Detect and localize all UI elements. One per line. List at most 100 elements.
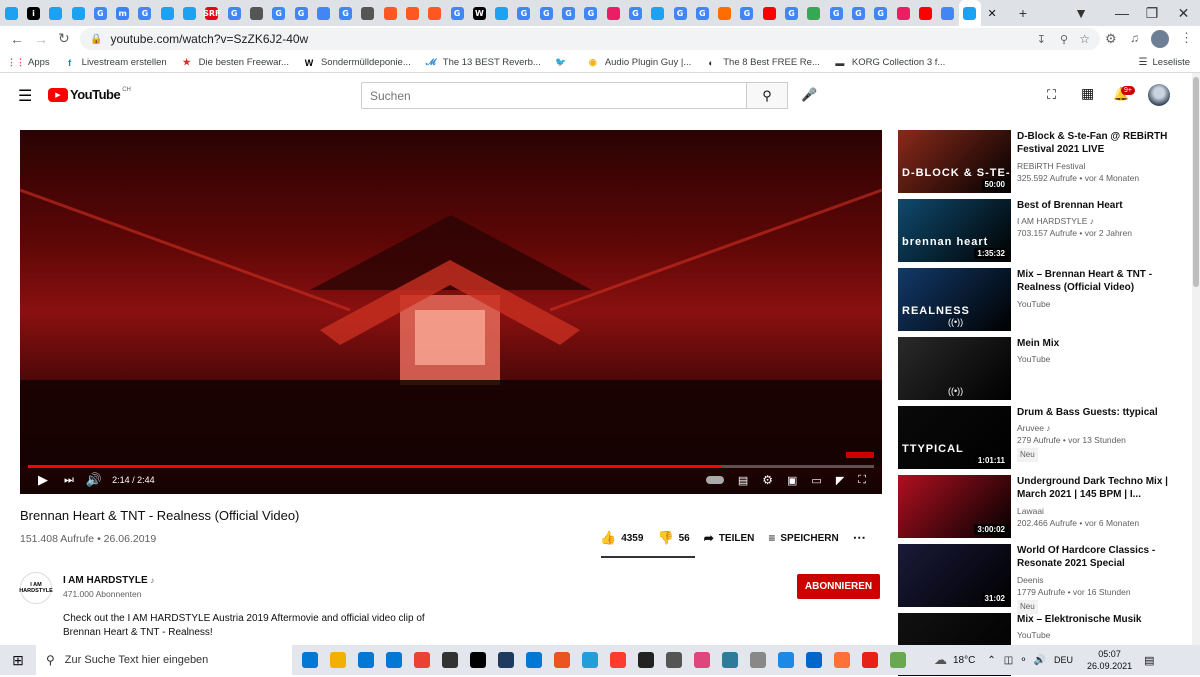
browser-tab[interactable]: G — [847, 0, 869, 26]
bookmark-item[interactable]: ◐ The 8 Best FREE Re... — [705, 57, 820, 69]
video-thumbnail[interactable]: D-BLOCK & S-TE-FA50:00 — [898, 130, 1011, 193]
browser-tab[interactable] — [958, 0, 982, 26]
tab-search-icon[interactable]: ▼ — [1070, 0, 1092, 26]
taskbar-app-icon[interactable] — [688, 645, 716, 675]
browser-tab[interactable] — [424, 0, 446, 26]
address-bar[interactable]: 🔒 youtube.com/watch?v=SzZK6J2-40w ↧ ⚲ ☆ — [80, 28, 1100, 50]
browser-tab[interactable]: G — [780, 0, 802, 26]
volume-icon[interactable]: 🔊 — [86, 472, 102, 488]
play-icon[interactable]: ▶ — [38, 472, 48, 488]
browser-tab[interactable]: G — [446, 0, 468, 26]
taskbar-app-icon[interactable] — [296, 645, 324, 675]
bookmark-star-icon[interactable]: ☆ — [1079, 32, 1090, 46]
browser-tab[interactable]: G — [134, 0, 156, 26]
windows-start-icon[interactable]: ⊞ — [0, 652, 36, 669]
browser-tab[interactable] — [379, 0, 401, 26]
video-thumbnail[interactable]: ((•)) — [898, 337, 1011, 400]
browser-tab[interactable]: W — [468, 0, 490, 26]
taskbar-app-icon[interactable] — [492, 645, 520, 675]
fullscreen-icon[interactable]: ⛶ — [858, 474, 866, 487]
related-video-item[interactable]: 3:00:02 Underground Dark Techno Mix | Mar… — [898, 475, 1188, 539]
browser-tab[interactable] — [602, 0, 624, 26]
notification-center-icon[interactable]: ▤ — [1144, 654, 1154, 667]
taskbar-app-icon[interactable] — [576, 645, 604, 675]
browser-tab[interactable]: G — [223, 0, 245, 26]
browser-tab[interactable]: i — [22, 0, 44, 26]
browser-tab[interactable] — [0, 0, 22, 26]
account-avatar[interactable] — [1148, 84, 1170, 106]
browser-tab[interactable] — [714, 0, 736, 26]
share-button[interactable]: ➦ TEILEN — [704, 531, 755, 545]
settings-icon[interactable]: ⚙ — [762, 473, 773, 487]
video-thumbnail[interactable]: REALNESS ((•)) — [898, 268, 1011, 331]
maximize-button[interactable]: ❐ — [1137, 0, 1167, 26]
hamburger-menu-icon[interactable]: ☰ — [18, 86, 32, 106]
save-button[interactable]: ≡ SPEICHERN — [768, 531, 838, 545]
taskbar-app-icon[interactable] — [464, 645, 492, 675]
browser-tab[interactable]: G — [89, 0, 111, 26]
taskbar-app-icon[interactable] — [520, 645, 548, 675]
taskbar-app-icon[interactable] — [632, 645, 660, 675]
clock[interactable]: 05:07 26.09.2021 — [1087, 648, 1132, 672]
browser-tab[interactable] — [803, 0, 825, 26]
taskbar-app-icon[interactable] — [800, 645, 828, 675]
like-button[interactable]: 👍 4359 — [600, 530, 643, 546]
browser-tab[interactable] — [357, 0, 379, 26]
taskbar-app-icon[interactable] — [548, 645, 576, 675]
video-player[interactable]: ▶ ⏭ 🔊 2:14 / 2:44 ▤ ⚙ ▣ ▭ ◤ ⛶ — [20, 130, 882, 494]
taskbar-search[interactable]: ⚲ Zur Suche Text hier eingeben — [36, 645, 292, 675]
taskbar-app-icon[interactable] — [604, 645, 632, 675]
browser-tab[interactable]: G — [669, 0, 691, 26]
close-window-button[interactable]: ✕ — [1167, 0, 1200, 26]
subtitles-icon[interactable]: ▤ — [738, 474, 748, 487]
browser-tab[interactable]: SRF — [201, 0, 223, 26]
weather-icon[interactable]: ☁ — [934, 652, 947, 668]
taskbar-app-icon[interactable] — [884, 645, 912, 675]
browser-tab[interactable] — [401, 0, 423, 26]
language-icon[interactable]: ⚬ — [1019, 655, 1027, 666]
more-actions-icon[interactable]: ⋯ — [853, 530, 866, 546]
channel-avatar[interactable]: I AM HARDSTYLE — [19, 572, 53, 604]
browser-tab[interactable]: G — [535, 0, 557, 26]
create-video-icon[interactable]: ⛶ — [1047, 87, 1056, 103]
taskbar-app-icon[interactable] — [324, 645, 352, 675]
browser-tab[interactable]: G — [557, 0, 579, 26]
taskbar-app-icon[interactable] — [408, 645, 436, 675]
video-thumbnail[interactable]: brennan heart 1:35:32 — [898, 199, 1011, 262]
browser-tab[interactable] — [936, 0, 958, 26]
profile-avatar[interactable] — [1151, 30, 1169, 48]
browser-tab[interactable] — [156, 0, 178, 26]
bookmark-item[interactable]: ▬ KORG Collection 3 f... — [834, 57, 945, 69]
taskbar-app-icon[interactable] — [436, 645, 464, 675]
browser-tab[interactable]: G — [580, 0, 602, 26]
browser-tab[interactable]: m — [111, 0, 133, 26]
browser-tab[interactable]: G — [624, 0, 646, 26]
volume-tray-icon[interactable]: 🔊 — [1034, 655, 1046, 666]
browser-tab[interactable] — [178, 0, 200, 26]
browser-tab[interactable]: G — [334, 0, 356, 26]
browser-tab[interactable] — [914, 0, 936, 26]
autoplay-toggle[interactable] — [705, 476, 724, 484]
related-video-item[interactable]: D-BLOCK & S-TE-FA50:00D-Block & S-te-Fan… — [898, 130, 1188, 194]
browser-tab[interactable] — [647, 0, 669, 26]
miniplayer-icon[interactable]: ▣ — [787, 474, 797, 487]
menu-icon[interactable]: ⋮ — [1180, 30, 1193, 46]
taskbar-app-icon[interactable] — [660, 645, 688, 675]
theater-mode-icon[interactable]: ▭ — [811, 474, 821, 487]
network-icon[interactable]: ◫ — [1004, 655, 1013, 666]
browser-tab[interactable]: G — [290, 0, 312, 26]
browser-tab[interactable] — [312, 0, 334, 26]
related-video-item[interactable]: 31:02 World Of Hardcore Classics - Resona… — [898, 544, 1188, 614]
channel-name[interactable]: I AM HARDSTYLE ♪ — [63, 575, 154, 586]
taskbar-app-icon[interactable] — [744, 645, 772, 675]
tray-chevron-icon[interactable]: ⌃ — [987, 655, 995, 666]
media-icon[interactable]: ♫ — [1130, 31, 1139, 45]
close-tab-icon[interactable]: ✕ — [981, 0, 1003, 26]
bookmark-item[interactable]: W Sondermülldeponie... — [303, 57, 411, 69]
subscribe-button[interactable]: ABONNIEREN — [797, 574, 880, 599]
browser-tab[interactable]: G — [513, 0, 535, 26]
bookmark-item[interactable]: ★ Die besten Freewar... — [181, 57, 289, 69]
browser-tab[interactable] — [491, 0, 513, 26]
browser-tab[interactable] — [245, 0, 267, 26]
next-icon[interactable]: ⏭ — [64, 474, 74, 487]
